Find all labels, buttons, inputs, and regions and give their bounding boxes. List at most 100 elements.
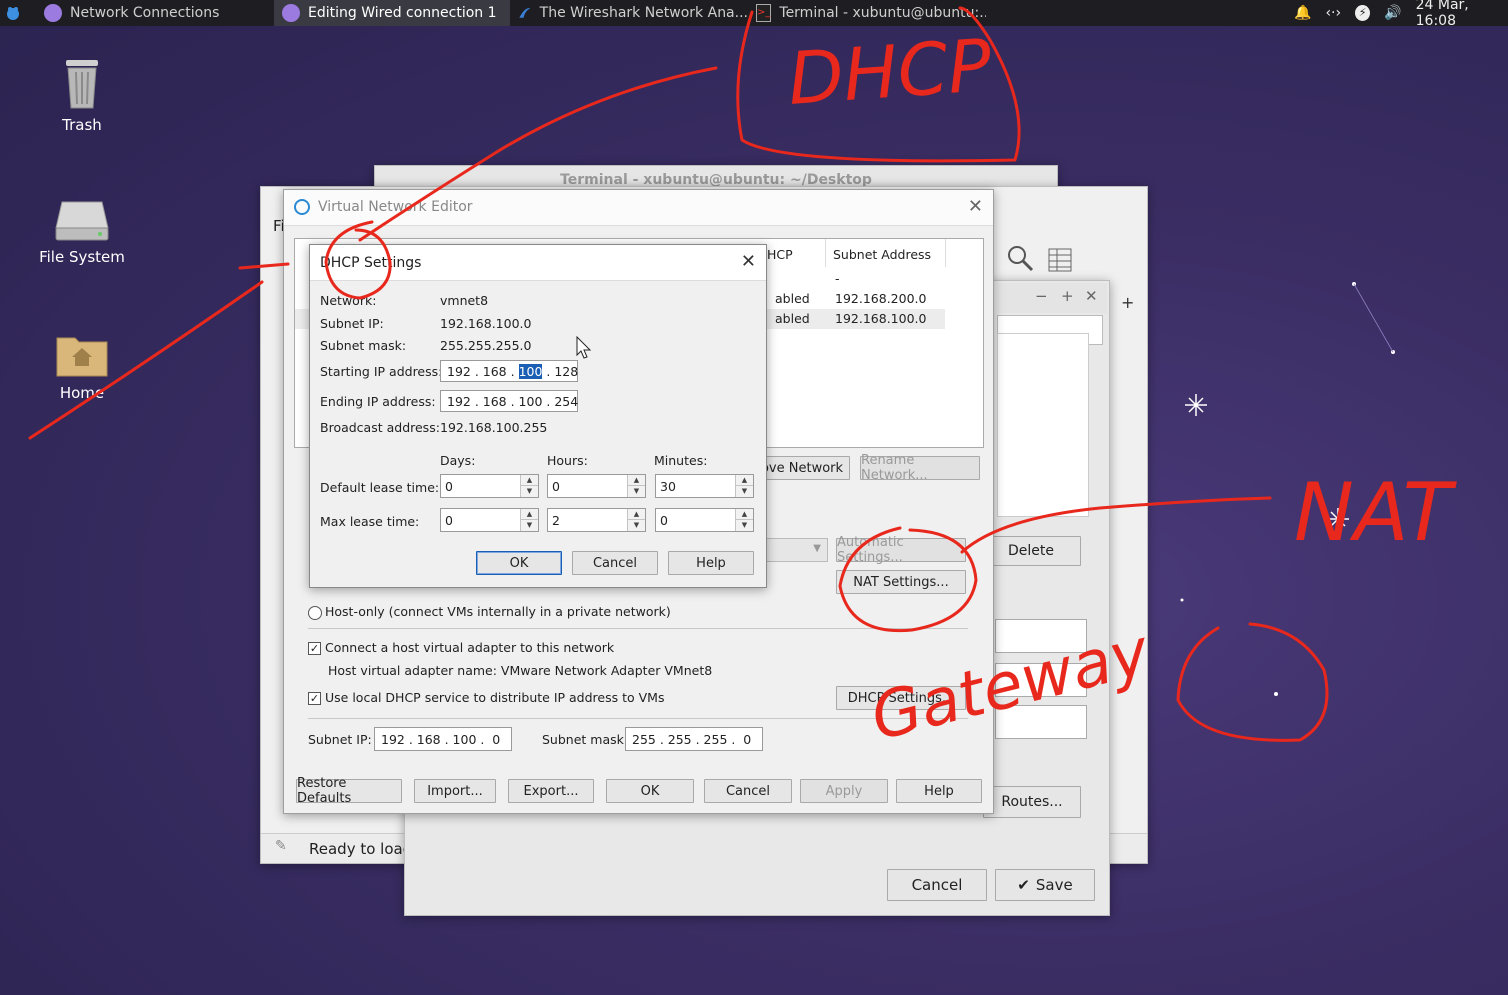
spin-up-icon[interactable]: ▲: [628, 509, 645, 520]
spin-down-icon[interactable]: ▼: [628, 520, 645, 531]
rename-network-button[interactable]: Rename Network...: [860, 453, 980, 483]
add-icon[interactable]: +: [1121, 293, 1134, 312]
ok-button[interactable]: OK: [476, 551, 562, 575]
default-lease-hours-spinner[interactable]: 0 ▲ ▼: [547, 474, 646, 498]
spin-up-icon[interactable]: ▲: [736, 509, 753, 520]
column-header-dhcp[interactable]: HCP: [767, 247, 793, 262]
power-icon[interactable]: ⚡: [1355, 5, 1371, 21]
use-dhcp-checkbox[interactable]: ✓ Use local DHCP service to distribute IP…: [308, 690, 664, 705]
spin-up-icon[interactable]: ▲: [521, 509, 538, 520]
dhcp-settings-button[interactable]: DHCP Settings...: [836, 686, 966, 710]
minimize-icon[interactable]: −: [1035, 287, 1048, 305]
subnet-mask-value: 255.255.255.0: [440, 338, 532, 353]
field-input-3[interactable]: [995, 705, 1087, 739]
max-lease-days-spinner[interactable]: 0 ▲ ▼: [440, 508, 539, 532]
ok-button[interactable]: OK: [606, 779, 694, 803]
maximize-icon[interactable]: +: [1061, 287, 1074, 305]
cancel-button[interactable]: Cancel: [572, 551, 658, 575]
notification-bell-icon[interactable]: 🔔: [1294, 5, 1311, 21]
nat-settings-button[interactable]: NAT Settings...: [836, 570, 966, 594]
terminal-icon: >_: [756, 4, 772, 22]
import-button[interactable]: Import...: [414, 779, 496, 803]
apply-button[interactable]: Apply: [800, 779, 888, 803]
spin-down-icon[interactable]: ▼: [521, 520, 538, 531]
subnet-ip-input[interactable]: 192 . 168 . 100 . 0: [374, 727, 512, 751]
automatic-settings-button[interactable]: Automatic Settings...: [836, 535, 966, 565]
wireshark-icon: [519, 8, 531, 18]
connect-adapter-checkbox[interactable]: ✓ Connect a host virtual adapter to this …: [308, 640, 614, 655]
routes-button[interactable]: Routes...: [983, 786, 1081, 818]
desktop-icon-home[interactable]: Home: [27, 332, 137, 402]
spin-down-icon[interactable]: ▼: [521, 486, 538, 497]
mouse-cursor-icon: [576, 335, 592, 360]
ending-ip-input[interactable]: 192 . 168 . 100 . 254: [440, 390, 578, 412]
task-network-connections[interactable]: Network Connections: [36, 0, 272, 26]
cancel-button[interactable]: Cancel: [887, 869, 987, 901]
system-tray: 🔔 ‹·› ⚡ 🔊 24 Mar, 16:08: [1294, 0, 1508, 29]
task-terminal[interactable]: >_ Terminal - xubuntu@ubuntu:...: [750, 0, 986, 26]
help-button[interactable]: Help: [668, 551, 754, 575]
lower-right-circle: [1176, 622, 1329, 742]
nat-annotation-text: NAT: [1294, 466, 1458, 559]
divider: [308, 628, 968, 629]
top-panel: Network Connections Editing Wired connec…: [0, 0, 1508, 29]
remove-network-button[interactable]: ove Network: [754, 456, 850, 480]
dhcp-annotation-text: DHCP: [785, 23, 994, 121]
export-button[interactable]: Export...: [508, 779, 594, 803]
dhcp-annotation-box: [736, 6, 1021, 163]
field-input-1[interactable]: [995, 619, 1087, 653]
network-connections-icon: [282, 4, 300, 22]
spin-up-icon[interactable]: ▲: [736, 475, 753, 486]
spin-down-icon[interactable]: ▼: [736, 486, 753, 497]
checkbox-checked-icon: ✓: [308, 692, 321, 705]
spin-down-icon[interactable]: ▼: [628, 486, 645, 497]
field-input-2[interactable]: [995, 663, 1087, 697]
table-cell: -: [835, 271, 840, 286]
default-lease-minutes-spinner[interactable]: 30 ▲ ▼: [655, 474, 754, 498]
subnet-ip-label: Subnet IP:: [308, 732, 372, 747]
column-header-subnet[interactable]: Subnet Address: [833, 247, 931, 262]
network-globe-icon: [294, 199, 310, 215]
restore-defaults-button[interactable]: Restore Defaults: [296, 776, 402, 806]
desktop-icon-trash[interactable]: Trash: [27, 56, 137, 134]
close-icon[interactable]: ✕: [1085, 287, 1098, 305]
network-arrows-icon[interactable]: ‹·›: [1325, 5, 1341, 21]
zoom-icon[interactable]: [1005, 243, 1035, 273]
volume-icon[interactable]: 🔊: [1384, 5, 1401, 21]
spin-up-icon[interactable]: ▲: [628, 475, 645, 486]
connection-list[interactable]: [997, 333, 1089, 517]
spin-down-icon[interactable]: ▼: [736, 520, 753, 531]
host-only-radio[interactable]: Host-only (connect VMs internally in a p…: [308, 604, 671, 620]
spin-up-icon[interactable]: ▲: [521, 475, 538, 486]
max-lease-minutes-spinner[interactable]: 0 ▲ ▼: [655, 508, 754, 532]
close-icon[interactable]: ✕: [741, 251, 756, 272]
whisker-menu-icon[interactable]: [4, 0, 24, 26]
starting-ip-input[interactable]: 192 . 168 . 100 . 128: [440, 360, 578, 382]
dhcp-settings-dialog[interactable]: DHCP Settings ✕ Network: vmnet8 Subnet I…: [309, 244, 767, 588]
checkbox-checked-icon: ✓: [308, 642, 321, 655]
divider: [308, 718, 968, 719]
help-button[interactable]: Help: [896, 779, 982, 803]
network-connections-icon: [44, 4, 62, 22]
resize-columns-icon[interactable]: [1047, 247, 1073, 273]
broadcast-value: 192.168.100.255: [440, 420, 548, 435]
default-lease-days-spinner[interactable]: 0 ▲ ▼: [440, 474, 539, 498]
trash-icon: [62, 56, 102, 110]
bridged-adapter-select[interactable]: ▼: [766, 538, 828, 562]
selected-octet: 100: [518, 363, 543, 379]
save-button[interactable]: ✔ Save: [995, 869, 1095, 901]
clock[interactable]: 24 Mar, 16:08: [1416, 0, 1508, 29]
delete-button[interactable]: Delete: [981, 536, 1081, 566]
subnet-ip-value: 192.168.100.0: [440, 316, 532, 331]
task-wireshark[interactable]: The Wireshark Network Ana...: [512, 0, 748, 26]
max-lease-hours-spinner[interactable]: 2 ▲ ▼: [547, 508, 646, 532]
home-folder-icon: [55, 332, 109, 378]
close-icon[interactable]: ✕: [968, 196, 983, 217]
desktop-icon-file-system[interactable]: File System: [27, 196, 137, 266]
chevron-down-icon: ▼: [813, 543, 821, 554]
cancel-button[interactable]: Cancel: [704, 779, 792, 803]
task-editing-wired-connection[interactable]: Editing Wired connection 1: [274, 0, 510, 26]
subnet-mask-input[interactable]: 255 . 255 . 255 . 0: [625, 727, 763, 751]
edit-pencil-icon: ✎: [275, 838, 287, 854]
network-value: vmnet8: [440, 293, 489, 308]
